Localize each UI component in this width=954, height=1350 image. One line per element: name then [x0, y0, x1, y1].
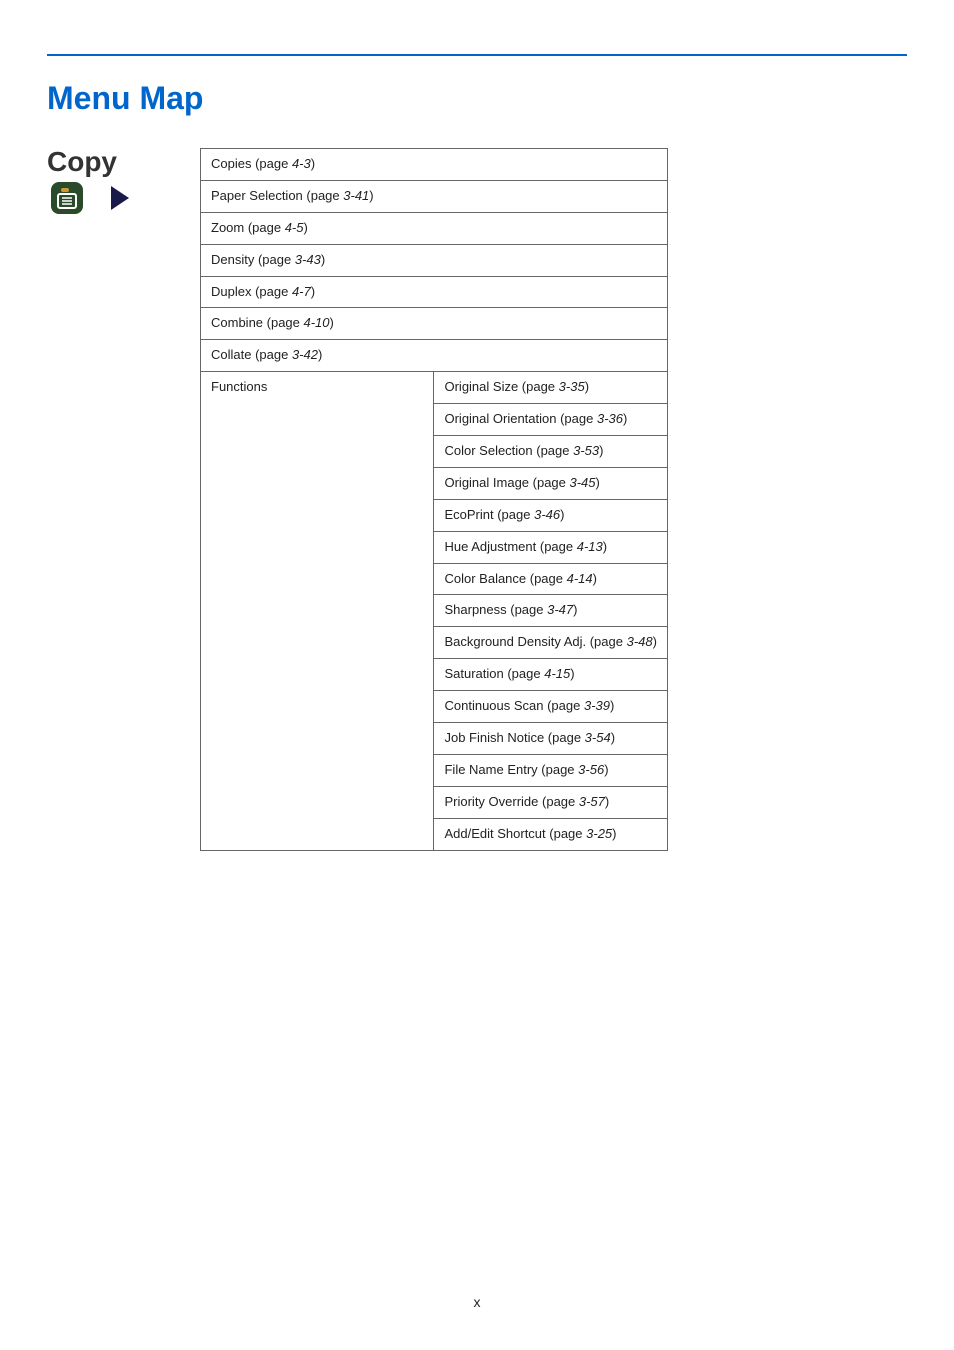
menu-item-label: Continuous Scan (page	[444, 698, 583, 713]
menu-item-label: Sharpness (page	[444, 602, 547, 617]
functions-item-cell: Background Density Adj. (page 3-48)	[434, 627, 667, 659]
menu-item-page-ref: 4-10	[304, 315, 330, 330]
menu-item-page-ref: 3-54	[585, 730, 611, 745]
arrow-right-icon	[105, 184, 133, 212]
functions-item-cell: File Name Entry (page 3-56)	[434, 754, 667, 786]
menu-item-page-ref: 3-41	[343, 188, 369, 203]
menu-row: Paper Selection (page 3-41)	[201, 180, 668, 212]
page-number: x	[0, 1294, 954, 1310]
menu-item-page-ref: 4-14	[567, 571, 593, 586]
functions-item-cell: Sharpness (page 3-47)	[434, 595, 667, 627]
menu-row: Combine (page 4-10)	[201, 308, 668, 340]
functions-item-cell: Saturation (page 4-15)	[434, 659, 667, 691]
functions-item-cell: Job Finish Notice (page 3-54)	[434, 723, 667, 755]
menu-item-page-ref: 4-15	[544, 666, 570, 681]
menu-row: Zoom (page 4-5)	[201, 212, 668, 244]
copy-label: Copy	[47, 148, 187, 176]
functions-item-cell: Color Selection (page 3-53)	[434, 436, 667, 468]
menu-item-page-ref: 3-57	[579, 794, 605, 809]
menu-row: Duplex (page 4-7)	[201, 276, 668, 308]
menu-row: Copies (page 4-3)	[201, 149, 668, 181]
menu-item-label: Original Orientation (page	[444, 411, 596, 426]
copy-icon-group: Copy	[47, 148, 187, 218]
menu-item-label: Color Selection (page	[444, 443, 573, 458]
menu-item-label: Duplex (page	[211, 284, 292, 299]
menu-item-label: Collate (page	[211, 347, 292, 362]
menu-item-page-ref: 3-39	[584, 698, 610, 713]
menu-cell: Duplex (page 4-7)	[201, 276, 668, 308]
menu-item-label: EcoPrint (page	[444, 507, 534, 522]
functions-item-cell: Continuous Scan (page 3-39)	[434, 691, 667, 723]
functions-item-cell: Hue Adjustment (page 4-13)	[434, 531, 667, 563]
top-rule	[47, 54, 907, 56]
menu-item-label: Hue Adjustment (page	[444, 539, 576, 554]
menu-item-label: Zoom (page	[211, 220, 285, 235]
page-title: Menu Map	[47, 80, 203, 117]
functions-item-cell: Color Balance (page 4-14)	[434, 563, 667, 595]
copier-icon	[47, 178, 87, 218]
menu-map-table: Copies (page 4-3)Paper Selection (page 3…	[200, 148, 668, 851]
menu-item-label: Original Size (page	[444, 379, 558, 394]
menu-item-page-ref: 3-43	[295, 252, 321, 267]
menu-item-page-ref: 3-25	[586, 826, 612, 841]
functions-item-cell: EcoPrint (page 3-46)	[434, 499, 667, 531]
menu-row: Collate (page 3-42)	[201, 340, 668, 372]
menu-cell: Paper Selection (page 3-41)	[201, 180, 668, 212]
menu-item-page-ref: 3-46	[534, 507, 560, 522]
menu-item-page-ref: 3-56	[578, 762, 604, 777]
menu-item-page-ref: 4-3	[292, 156, 311, 171]
menu-item-page-ref: 3-35	[559, 379, 585, 394]
menu-item-label: Color Balance (page	[444, 571, 566, 586]
menu-item-label: Original Image (page	[444, 475, 569, 490]
functions-item-cell: Original Size (page 3-35)	[434, 372, 667, 404]
menu-item-label: Density (page	[211, 252, 295, 267]
functions-label-cell: Functions	[201, 372, 434, 850]
menu-item-label: Job Finish Notice (page	[444, 730, 584, 745]
menu-cell: Collate (page 3-42)	[201, 340, 668, 372]
menu-cell: Combine (page 4-10)	[201, 308, 668, 340]
menu-cell: Density (page 3-43)	[201, 244, 668, 276]
menu-item-label: Copies (page	[211, 156, 292, 171]
menu-item-page-ref: 4-7	[292, 284, 311, 299]
menu-cell: Zoom (page 4-5)	[201, 212, 668, 244]
menu-item-label: Priority Override (page	[444, 794, 578, 809]
menu-item-label: Saturation (page	[444, 666, 544, 681]
functions-item-cell: Original Orientation (page 3-36)	[434, 404, 667, 436]
menu-item-page-ref: 4-5	[285, 220, 304, 235]
menu-item-label: File Name Entry (page	[444, 762, 578, 777]
menu-item-page-ref: 3-53	[573, 443, 599, 458]
menu-item-page-ref: 3-42	[292, 347, 318, 362]
menu-item-label: Background Density Adj. (page	[444, 634, 626, 649]
menu-cell: Copies (page 4-3)	[201, 149, 668, 181]
menu-item-page-ref: 3-47	[547, 602, 573, 617]
menu-item-page-ref: 3-36	[597, 411, 623, 426]
menu-item-label: Combine (page	[211, 315, 304, 330]
menu-row: Density (page 3-43)	[201, 244, 668, 276]
menu-item-page-ref: 3-48	[627, 634, 653, 649]
menu-item-page-ref: 4-13	[577, 539, 603, 554]
menu-item-label: Paper Selection (page	[211, 188, 343, 203]
functions-item-cell: Original Image (page 3-45)	[434, 467, 667, 499]
functions-item-cell: Add/Edit Shortcut (page 3-25)	[434, 818, 667, 850]
menu-row: FunctionsOriginal Size (page 3-35)	[201, 372, 668, 404]
menu-item-label: Add/Edit Shortcut (page	[444, 826, 586, 841]
menu-item-page-ref: 3-45	[570, 475, 596, 490]
functions-item-cell: Priority Override (page 3-57)	[434, 786, 667, 818]
